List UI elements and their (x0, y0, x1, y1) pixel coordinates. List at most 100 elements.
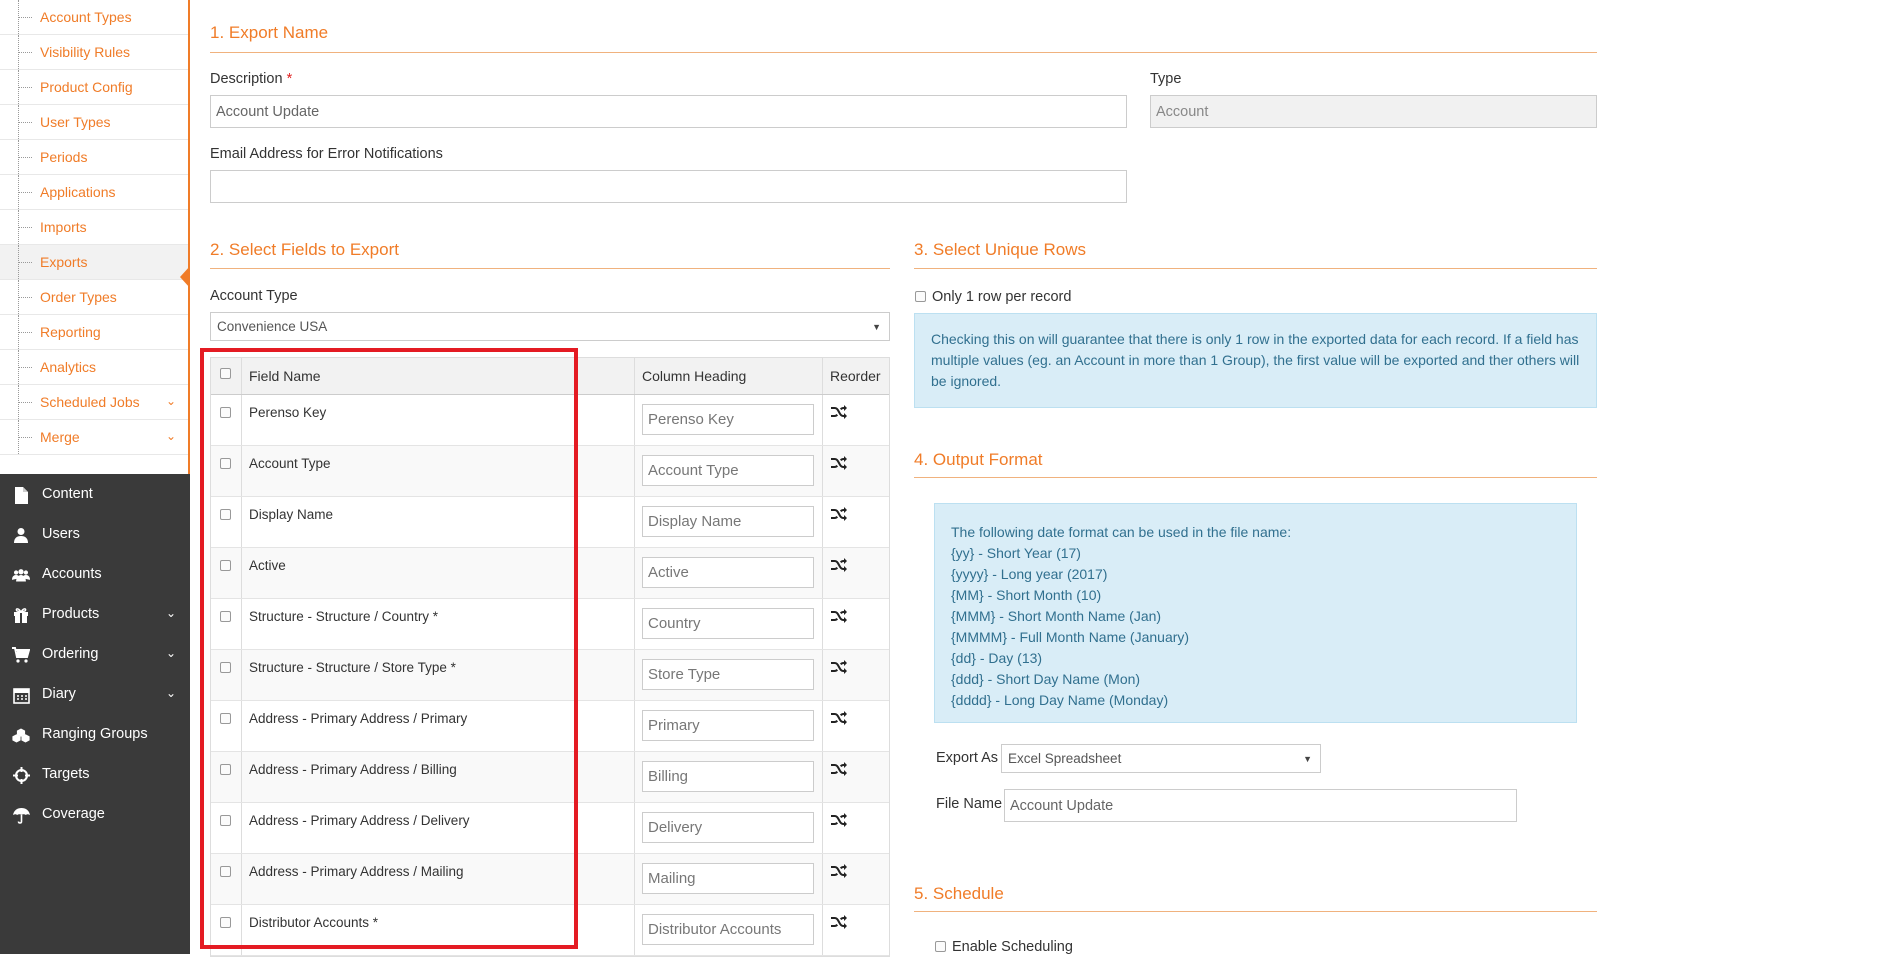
email-label: Email Address for Error Notifications (210, 146, 443, 162)
reorder-shuffle-icon[interactable] (831, 558, 847, 574)
reorder-shuffle-icon[interactable] (831, 711, 847, 727)
column-divider (822, 548, 823, 598)
sidebar-item-ordering[interactable]: Ordering ⌄ (0, 634, 190, 674)
sidebar-item-label: Products (42, 606, 100, 622)
export-as-select[interactable]: Excel Spreadsheet ▼ (1001, 744, 1321, 773)
sidebar-item-diary[interactable]: Diary ⌄ (0, 674, 190, 714)
reorder-shuffle-icon[interactable] (831, 660, 847, 676)
file-name-input[interactable]: Account Update (1004, 789, 1517, 822)
sidebar-item-product-config[interactable]: Product Config (0, 70, 188, 105)
field-name: Perenso Key (249, 405, 327, 420)
column-divider (822, 650, 823, 700)
reorder-shuffle-icon[interactable] (831, 405, 847, 421)
header-reorder: Reorder (830, 368, 881, 384)
row-checkbox[interactable] (220, 611, 231, 622)
sidebar-item-imports[interactable]: Imports (0, 210, 188, 245)
column-heading-input[interactable]: Display Name (642, 506, 814, 537)
row-checkbox[interactable] (220, 458, 231, 469)
enable-scheduling-checkbox[interactable] (935, 941, 946, 952)
sidebar-item-user-types[interactable]: User Types (0, 105, 188, 140)
column-divider (634, 752, 635, 802)
description-input[interactable]: Account Update (210, 95, 1127, 128)
row-checkbox[interactable] (220, 713, 231, 724)
column-heading-input[interactable]: Active (642, 557, 814, 588)
reorder-shuffle-icon[interactable] (831, 915, 847, 931)
sidebar-item-analytics[interactable]: Analytics (0, 350, 188, 385)
reorder-shuffle-icon[interactable] (831, 813, 847, 829)
field-name: Structure - Structure / Country * (249, 609, 439, 624)
sidebar-item-exports[interactable]: Exports (0, 245, 188, 280)
column-divider (241, 905, 242, 955)
sidebar-item-coverage[interactable]: Coverage (0, 794, 190, 834)
row-checkbox[interactable] (220, 866, 231, 877)
column-divider (634, 650, 635, 700)
row-checkbox[interactable] (220, 662, 231, 673)
sidebar-item-label: Visibility Rules (40, 44, 130, 60)
active-item-pointer (180, 266, 190, 288)
sidebar-item-order-types[interactable]: Order Types (0, 280, 188, 315)
sidebar-item-periods[interactable]: Periods (0, 140, 188, 175)
column-divider (822, 358, 823, 394)
reorder-shuffle-icon[interactable] (831, 864, 847, 880)
reorder-shuffle-icon[interactable] (831, 456, 847, 472)
sidebar-item-merge[interactable]: Merge ⌄ (0, 420, 188, 455)
section-divider (914, 911, 1597, 912)
document-icon (12, 486, 30, 504)
column-heading-input[interactable]: Mailing (642, 863, 814, 894)
column-heading-input[interactable]: Country (642, 608, 814, 639)
column-divider (822, 599, 823, 649)
account-type-select[interactable]: Convenience USA ▼ (210, 312, 890, 341)
row-checkbox[interactable] (220, 407, 231, 418)
sidebar-item-users[interactable]: Users (0, 514, 190, 554)
info-line: The following date format can be used in… (951, 524, 1292, 540)
sidebar-item-label: Exports (40, 254, 88, 270)
row-checkbox[interactable] (220, 815, 231, 826)
sidebar-item-reporting[interactable]: Reporting (0, 315, 188, 350)
sidebar-item-account-types[interactable]: Account Types (0, 0, 188, 35)
column-divider (634, 395, 635, 445)
header-field-name: Field Name (249, 368, 321, 384)
fields-table: Field Name Column Heading Reorder Perens… (210, 357, 890, 957)
column-divider (634, 497, 635, 547)
sidebar-item-applications[interactable]: Applications (0, 175, 188, 210)
cart-icon (12, 646, 30, 664)
row-checkbox[interactable] (220, 917, 231, 928)
section-divider (914, 268, 1597, 269)
field-name: Active (249, 558, 286, 573)
header-column-heading: Column Heading (642, 368, 747, 384)
reorder-shuffle-icon[interactable] (831, 762, 847, 778)
column-heading-input[interactable]: Billing (642, 761, 814, 792)
reorder-shuffle-icon[interactable] (831, 507, 847, 523)
column-heading-input[interactable]: Store Type (642, 659, 814, 690)
column-heading-input[interactable]: Account Type (642, 455, 814, 486)
email-field[interactable] (210, 170, 1127, 203)
sidebar-item-visibility-rules[interactable]: Visibility Rules (0, 35, 188, 70)
unique-rows-checkbox[interactable] (915, 291, 926, 302)
file-name-label: File Name (936, 796, 1003, 812)
info-line: {MMMM} - Full Month Name (January) (951, 629, 1190, 645)
row-checkbox[interactable] (220, 560, 231, 571)
calendar-icon (12, 686, 30, 704)
column-heading-input[interactable]: Primary (642, 710, 814, 741)
info-line: {MM} - Short Month (10) (951, 587, 1102, 603)
column-divider (241, 548, 242, 598)
row-checkbox[interactable] (220, 764, 231, 775)
column-heading-input[interactable]: Delivery (642, 812, 814, 843)
chevron-down-icon: ⌄ (165, 429, 176, 443)
sidebar-item-scheduled-jobs[interactable]: Scheduled Jobs ⌄ (0, 385, 188, 420)
column-heading-input[interactable]: Perenso Key (642, 404, 814, 435)
section-divider (210, 52, 1597, 53)
reorder-shuffle-icon[interactable] (831, 609, 847, 625)
row-checkbox[interactable] (220, 509, 231, 520)
sidebar-item-targets[interactable]: Targets (0, 754, 190, 794)
sidebar-item-ranging-groups[interactable]: Ranging Groups (0, 714, 190, 754)
sidebar-item-products[interactable]: Products ⌄ (0, 594, 190, 634)
type-label: Type (1150, 71, 1182, 87)
chevron-down-icon: ⌄ (165, 646, 176, 660)
description-label: Description * (210, 71, 292, 87)
column-heading-input[interactable]: Distributor Accounts (642, 914, 814, 945)
select-all-checkbox[interactable] (220, 368, 231, 379)
column-divider (241, 358, 242, 394)
sidebar-item-accounts[interactable]: Accounts (0, 554, 190, 594)
sidebar-item-content[interactable]: Content (0, 474, 190, 514)
